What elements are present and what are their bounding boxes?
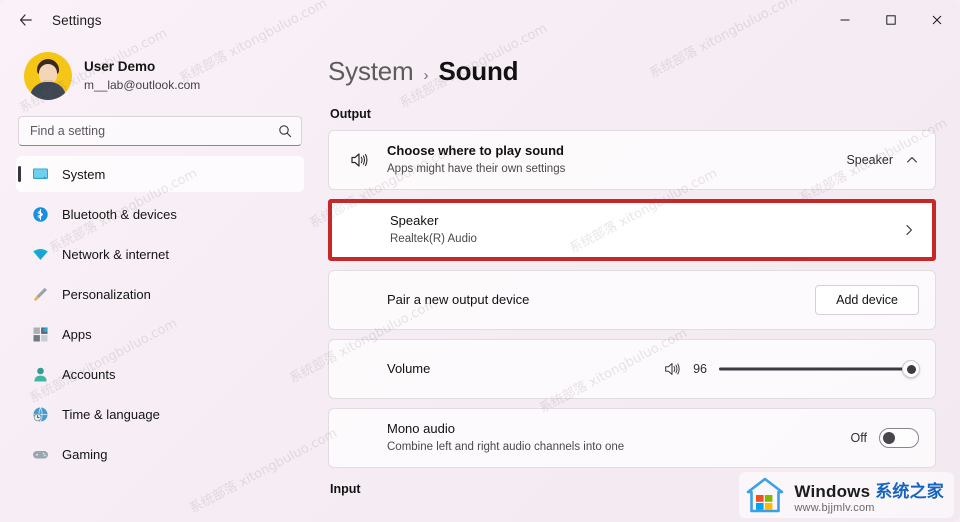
mono-audio-card: Mono audio Combine left and right audio …	[328, 408, 936, 468]
sidebar-item-personalization[interactable]: Personalization	[16, 276, 304, 312]
chevron-up-icon[interactable]	[905, 153, 919, 167]
minimize-button[interactable]	[822, 0, 868, 40]
sidebar-item-label: Time & language	[62, 406, 160, 422]
sidebar-item-label: System	[62, 166, 106, 182]
selected-device-title: Speaker	[390, 213, 439, 229]
sidebar-item-gaming[interactable]: Gaming	[16, 436, 304, 472]
close-icon	[932, 15, 942, 25]
pair-device-title: Pair a new output device	[387, 291, 530, 307]
search-box[interactable]	[18, 116, 302, 146]
clock-globe-icon	[31, 405, 49, 423]
brush-icon	[31, 285, 49, 303]
logo-text-cn: 系统之家	[875, 481, 944, 501]
mono-audio-row: Mono audio Combine left and right audio …	[329, 409, 935, 467]
logo-text-url: www.bjjmlv.com	[794, 501, 875, 514]
gamepad-icon	[31, 445, 49, 463]
speaker-icon	[345, 150, 373, 170]
maximize-icon	[886, 15, 896, 25]
chevron-right-icon[interactable]	[902, 223, 916, 237]
sidebar-item-time-language[interactable]: Time & language	[16, 396, 304, 432]
apps-icon	[31, 325, 49, 343]
settings-window: Settings User Demo m__lab@outlook.com Fi…	[0, 0, 960, 522]
slider-thumb[interactable]	[902, 360, 920, 378]
mono-audio-state-label: Off	[850, 431, 867, 445]
speaker-icon[interactable]	[663, 360, 681, 378]
volume-value: 96	[693, 362, 707, 376]
close-button[interactable]	[914, 0, 960, 40]
account-icon	[31, 365, 49, 383]
choose-output-subtitle: Apps might have their own settings	[387, 163, 566, 176]
choose-output-title: Choose where to play sound	[387, 143, 564, 159]
minimize-icon	[840, 19, 850, 21]
wifi-icon	[31, 245, 49, 263]
monitor-icon	[31, 165, 49, 183]
pair-device-card: Pair a new output device Add device	[328, 270, 936, 330]
sidebar-item-label: Bluetooth & devices	[62, 206, 177, 222]
site-logo-badge: Windows 系统之家 www.bjjmlv.com	[739, 472, 954, 518]
sidebar-item-label: Personalization	[62, 286, 151, 302]
pair-device-row: Pair a new output device Add device	[329, 271, 935, 329]
sidebar-item-label: Apps	[62, 326, 92, 342]
choose-output-card: Choose where to play sound Apps might ha…	[328, 130, 936, 190]
maximize-button[interactable]	[868, 0, 914, 40]
selected-device-row[interactable]: Speaker Realtek(R) Audio	[332, 203, 932, 257]
window-title: Settings	[52, 12, 102, 28]
sidebar-item-bluetooth-devices[interactable]: Bluetooth & devices	[16, 196, 304, 232]
sidebar-nav: System Bluetooth & devices Network & int…	[16, 156, 304, 472]
avatar	[24, 52, 72, 100]
back-button[interactable]	[10, 4, 42, 36]
sidebar-item-system[interactable]: System	[16, 156, 304, 192]
breadcrumb-parent[interactable]: System	[328, 56, 414, 87]
volume-slider[interactable]	[719, 360, 920, 378]
mono-audio-title: Mono audio	[387, 421, 455, 437]
sidebar-item-accounts[interactable]: Accounts	[16, 356, 304, 392]
windows-house-logo-icon	[745, 476, 785, 514]
breadcrumb: System › Sound	[328, 56, 936, 87]
selected-device-subtitle: Realtek(R) Audio	[390, 233, 477, 246]
sidebar-item-label: Network & internet	[62, 246, 169, 262]
selected-device-highlight: Speaker Realtek(R) Audio	[328, 199, 936, 261]
sidebar-item-network-internet[interactable]: Network & internet	[16, 236, 304, 272]
choose-output-value: Speaker	[846, 153, 893, 167]
mono-audio-subtitle: Combine left and right audio channels in…	[387, 441, 625, 454]
search-icon	[278, 124, 292, 138]
sidebar: User Demo m__lab@outlook.com Find a sett…	[0, 40, 320, 522]
add-device-button[interactable]: Add device	[815, 285, 919, 315]
page-title: Sound	[438, 56, 519, 86]
sidebar-item-apps[interactable]: Apps	[16, 316, 304, 352]
sidebar-item-label: Gaming	[62, 446, 108, 462]
content-area: System › Sound Output Choose where to pl…	[320, 40, 960, 522]
logo-text-main: Windows	[794, 481, 876, 501]
output-section-label: Output	[330, 107, 371, 121]
toggle-knob	[883, 432, 895, 444]
back-arrow-icon	[20, 14, 32, 26]
volume-card: Volume 96	[328, 339, 936, 399]
user-profile[interactable]: User Demo m__lab@outlook.com	[16, 40, 304, 110]
title-bar: Settings	[0, 0, 960, 40]
bluetooth-icon	[31, 205, 49, 223]
breadcrumb-separator-icon: ›	[423, 67, 429, 84]
sidebar-item-label: Accounts	[62, 366, 116, 382]
mono-audio-toggle[interactable]	[879, 428, 919, 448]
volume-title: Volume	[387, 360, 431, 376]
choose-output-row[interactable]: Choose where to play sound Apps might ha…	[329, 131, 935, 189]
window-controls	[822, 0, 960, 40]
slider-fill	[719, 367, 911, 371]
profile-name: User Demo	[84, 59, 156, 75]
profile-email: m__lab@outlook.com	[84, 77, 201, 92]
search-input[interactable]	[19, 124, 301, 138]
volume-row: Volume 96	[329, 340, 935, 398]
